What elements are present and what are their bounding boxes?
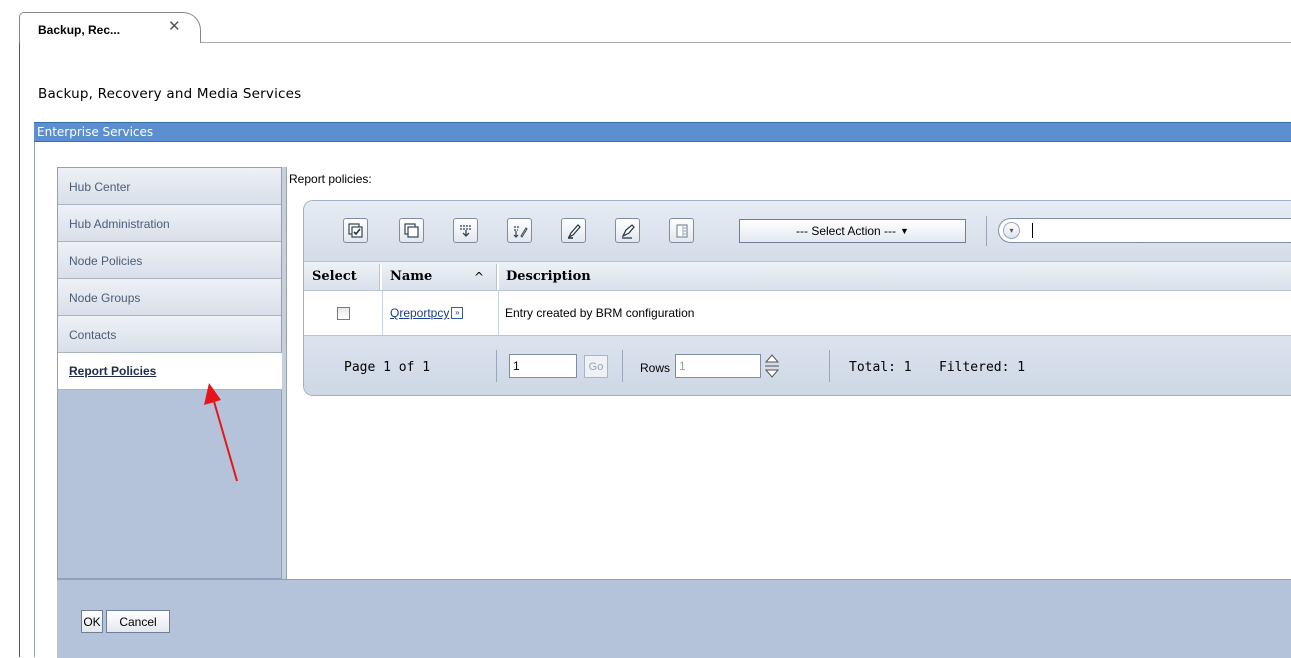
nav-item-label: Node Groups	[69, 291, 141, 305]
text-caret	[1032, 223, 1033, 238]
select-action-label: --- Select Action ---	[796, 224, 897, 238]
column-header-description[interactable]: Description	[506, 262, 591, 291]
tab-backup-recovery[interactable]: Backup, Rec... ✕	[19, 12, 201, 43]
row-name-cell: Qreportpcy »	[390, 291, 464, 335]
table-row: Qreportpcy » Entry created by BRM config…	[304, 291, 1291, 336]
rows-per-page-input[interactable]	[675, 354, 761, 378]
sort-ascending-icon[interactable]: ^	[474, 262, 484, 291]
rows-stepper-icon[interactable]	[764, 350, 780, 382]
nav-item-label: Node Policies	[69, 254, 143, 268]
clear-sort-icon	[621, 223, 635, 239]
go-button[interactable]: Go	[584, 355, 608, 378]
total-count: Total: 1	[849, 360, 912, 375]
chevron-down-icon: ▼	[900, 226, 909, 236]
edit-filter-button[interactable]	[507, 218, 532, 243]
pager-separator	[622, 350, 623, 382]
pagination-bar: Page 1 of 1 Go Rows Total: 1 Filtered: 1	[304, 336, 1291, 395]
row-description-cell: Entry created by BRM configuration	[505, 306, 695, 320]
nav-item-hub-center[interactable]: Hub Center	[58, 168, 281, 205]
edit-sort-icon	[567, 223, 581, 239]
page-number-input[interactable]	[509, 354, 577, 378]
nav-item-label: Contacts	[69, 328, 117, 342]
nav-item-label: Hub Administration	[69, 217, 170, 231]
filter-field: ▾	[998, 218, 1291, 243]
nav-item-report-policies[interactable]: Report Policies	[58, 353, 284, 390]
column-divider	[379, 264, 382, 290]
filter-menu-icon[interactable]: ▾	[1003, 222, 1020, 239]
column-header-select: Select	[312, 269, 357, 284]
collapse-table-button[interactable]	[669, 218, 694, 243]
deselect-all-button[interactable]	[399, 218, 424, 243]
row-checkbox[interactable]	[337, 306, 350, 320]
report-policies-table: --- Select Action --- ▼ ▾ Select Name ^ …	[303, 200, 1291, 396]
edit-sort-button[interactable]	[561, 218, 586, 243]
row-menu-icon[interactable]: »	[451, 307, 464, 319]
cell-divider	[498, 291, 499, 335]
column-divider	[496, 264, 499, 290]
column-header-name[interactable]: Name	[390, 262, 432, 291]
nav-item-hub-administration[interactable]: Hub Administration	[58, 205, 281, 242]
deselect-all-icon	[403, 222, 419, 238]
collapse-table-icon	[676, 224, 687, 237]
nav-item-label: Hub Center	[69, 180, 131, 194]
edit-filter-icon	[513, 225, 528, 238]
cancel-button[interactable]: Cancel	[106, 610, 170, 633]
filtered-count: Filtered: 1	[939, 360, 1026, 375]
select-all-icon	[347, 222, 363, 238]
side-navigation: Hub Center Hub Administration Node Polic…	[57, 167, 284, 579]
ok-button[interactable]: OK	[81, 610, 103, 633]
clear-sort-button[interactable]	[615, 218, 640, 243]
nav-item-label: Report Policies	[69, 364, 157, 378]
section-title: Enterprise Services	[37, 125, 154, 139]
select-action-dropdown[interactable]: --- Select Action --- ▼	[739, 219, 966, 243]
tab-label: Backup, Rec...	[38, 23, 121, 37]
page-title: Backup, Recovery and Media Services	[38, 86, 302, 102]
panel-splitter[interactable]	[282, 167, 287, 579]
close-icon[interactable]: ✕	[168, 19, 181, 35]
pager-separator	[829, 350, 830, 382]
rows-label: Rows	[640, 361, 671, 375]
page-indicator: Page 1 of 1	[344, 360, 431, 375]
frame-left-border	[19, 42, 20, 657]
nav-item-node-groups[interactable]: Node Groups	[58, 279, 281, 316]
nav-item-node-policies[interactable]: Node Policies	[58, 242, 281, 279]
table-toolbar: --- Select Action --- ▼ ▾	[304, 201, 1291, 261]
toolbar-separator	[986, 216, 987, 246]
policy-name-link[interactable]: Qreportpcy	[390, 306, 449, 320]
tab-strip-line	[200, 42, 1291, 43]
cell-divider	[382, 291, 383, 335]
section-header: Enterprise Services	[34, 122, 1291, 142]
row-select-cell	[337, 291, 350, 335]
filter-input[interactable]	[1026, 222, 1290, 241]
footer-button-bar: OK Cancel	[57, 579, 1291, 658]
show-filter-icon	[459, 224, 472, 237]
pager-separator	[496, 350, 497, 382]
table-header: Select Name ^ Description	[304, 261, 1291, 291]
show-filter-button[interactable]	[453, 218, 478, 243]
nav-item-contacts[interactable]: Contacts	[58, 316, 281, 353]
select-all-button[interactable]	[343, 218, 368, 243]
content-heading: Report policies:	[289, 172, 372, 186]
